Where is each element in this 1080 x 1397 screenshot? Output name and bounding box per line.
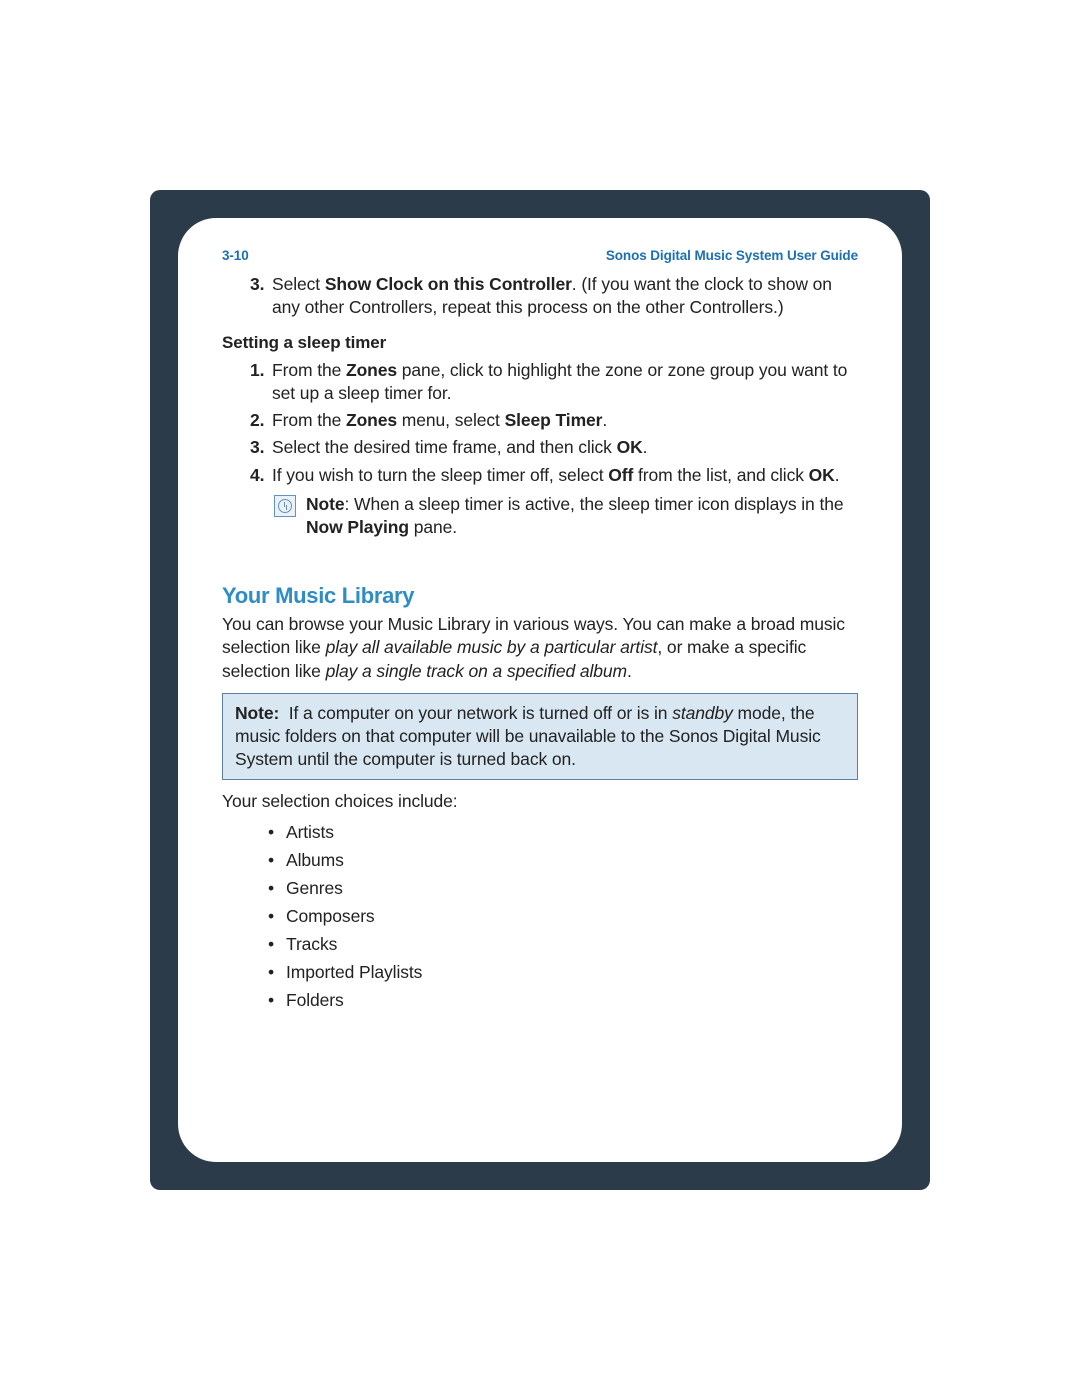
clock-steps-list: 3. Select Show Clock on this Controller.… xyxy=(222,273,858,319)
step-text: Select Show Clock on this Controller. (I… xyxy=(272,273,858,319)
choices-list: ArtistsAlbumsGenresComposersTracksImport… xyxy=(268,818,858,1014)
step-text: Select the desired time frame, and then … xyxy=(272,436,858,459)
list-item: Albums xyxy=(268,846,858,874)
list-item: 3. Select Show Clock on this Controller.… xyxy=(250,273,858,319)
list-item: 2.From the Zones menu, select Sleep Time… xyxy=(250,409,858,432)
page-header: 3-10 Sonos Digital Music System User Gui… xyxy=(222,248,858,263)
page-content: 3-10 Sonos Digital Music System User Gui… xyxy=(178,218,902,1162)
step-number: 4. xyxy=(250,464,272,487)
library-intro: You can browse your Music Library in var… xyxy=(222,613,858,683)
list-item: Composers xyxy=(268,902,858,930)
list-item: Genres xyxy=(268,874,858,902)
page-frame: 3-10 Sonos Digital Music System User Gui… xyxy=(150,190,930,1190)
step-text: From the Zones pane, click to highlight … xyxy=(272,359,858,405)
step-text: From the Zones menu, select Sleep Timer. xyxy=(272,409,858,432)
sleep-timer-icon xyxy=(274,495,296,517)
choices-intro: Your selection choices include: xyxy=(222,790,858,813)
list-item: 1.From the Zones pane, click to highligh… xyxy=(250,359,858,405)
step-number: 1. xyxy=(250,359,272,405)
step-number: 3. xyxy=(250,436,272,459)
sleep-timer-heading: Setting a sleep timer xyxy=(222,333,858,353)
list-item: Artists xyxy=(268,818,858,846)
list-item: 4.If you wish to turn the sleep timer of… xyxy=(250,464,858,487)
list-item: 3.Select the desired time frame, and the… xyxy=(250,436,858,459)
guide-title: Sonos Digital Music System User Guide xyxy=(606,248,858,263)
step-number: 2. xyxy=(250,409,272,432)
page-number: 3-10 xyxy=(222,248,249,263)
library-note-box: Note: If a computer on your network is t… xyxy=(222,693,858,780)
note-text: Note: When a sleep timer is active, the … xyxy=(306,493,858,539)
step-text: If you wish to turn the sleep timer off,… xyxy=(272,464,858,487)
step-number: 3. xyxy=(250,273,272,319)
list-item: Folders xyxy=(268,986,858,1014)
list-item: Tracks xyxy=(268,930,858,958)
sleep-timer-note: Note: When a sleep timer is active, the … xyxy=(274,493,858,539)
sleep-steps-list: 1.From the Zones pane, click to highligh… xyxy=(222,359,858,486)
list-item: Imported Playlists xyxy=(268,958,858,986)
music-library-heading: Your Music Library xyxy=(222,583,858,609)
